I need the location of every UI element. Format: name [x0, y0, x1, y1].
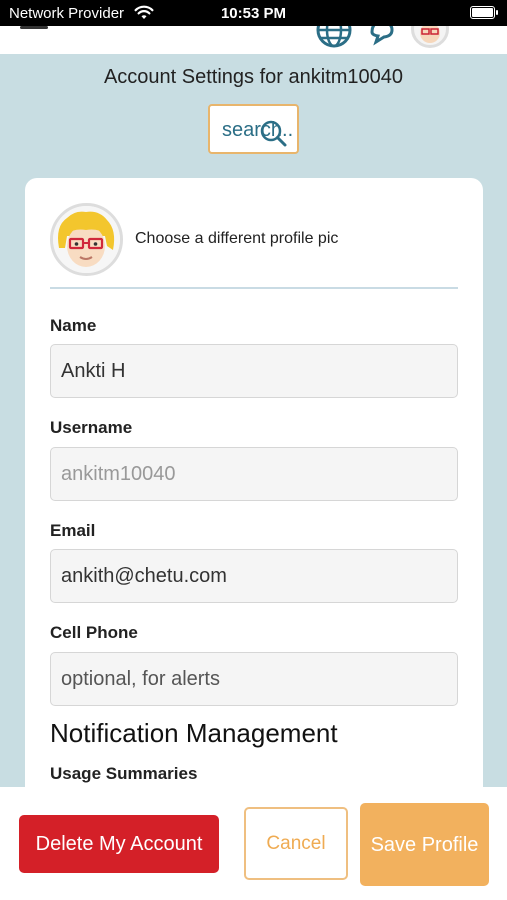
top-nav: [0, 26, 507, 54]
name-field[interactable]: [50, 344, 458, 398]
battery-icon: [470, 6, 498, 19]
save-profile-button[interactable]: Save Profile: [360, 803, 489, 886]
cell-phone-field[interactable]: [50, 652, 458, 706]
nav-avatar[interactable]: [411, 26, 449, 48]
page-title: Account Settings for ankitm10040: [103, 66, 404, 88]
chat-icon[interactable]: [366, 26, 396, 51]
cancel-button[interactable]: Cancel: [244, 807, 348, 880]
email-label: Email: [50, 521, 96, 540]
status-bar: Network Provider 10:53 PM: [0, 0, 507, 26]
divider: [50, 287, 458, 289]
username-label: Username: [50, 418, 133, 437]
email-field[interactable]: [50, 549, 458, 603]
menu-icon[interactable]: [20, 26, 48, 32]
profile-avatar-image: [53, 206, 120, 273]
globe-icon[interactable]: [316, 26, 352, 53]
action-bar: Delete My Account Cancel Save Profile: [0, 787, 507, 900]
clock: 10:53 PM: [220, 5, 287, 22]
search-icon: [258, 118, 290, 152]
username-field: [50, 447, 458, 501]
profile-avatar[interactable]: [50, 203, 123, 276]
settings-card: Choose a different profile pic Name User…: [25, 178, 483, 878]
name-label: Name: [50, 316, 97, 335]
change-profile-pic-link[interactable]: Choose a different profile pic: [135, 230, 338, 248]
notification-heading: Notification Management: [50, 718, 338, 748]
delete-account-button[interactable]: Delete My Account: [19, 815, 219, 873]
usage-summaries-label: Usage Summaries: [50, 764, 198, 783]
search-button[interactable]: search..: [208, 104, 299, 154]
cell-phone-label: Cell Phone: [50, 623, 138, 642]
